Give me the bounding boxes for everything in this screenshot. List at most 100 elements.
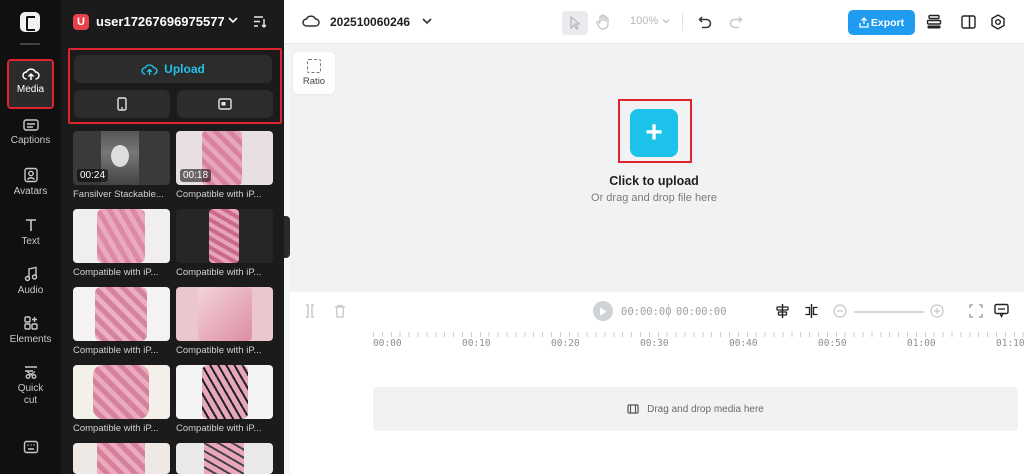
ruler-tick-label: 00:30 — [640, 338, 669, 349]
chevron-down-icon[interactable] — [228, 16, 238, 24]
rail-label: Quick cut — [17, 383, 44, 406]
align-center-icon[interactable] — [775, 303, 790, 319]
ruler-tick-label: 01:10 — [996, 338, 1024, 349]
trash-icon[interactable] — [334, 304, 346, 318]
layers-icon[interactable] — [926, 14, 942, 30]
aspect-ratio-icon — [307, 59, 321, 73]
record-screen-button[interactable] — [177, 90, 273, 118]
text-icon — [25, 219, 36, 231]
time-divider — [668, 304, 669, 317]
media-thumbnail — [73, 365, 170, 419]
music-icon — [24, 266, 37, 282]
media-tile[interactable]: Compatible with iP... — [176, 287, 273, 356]
rail-label: Avatars — [13, 186, 48, 197]
media-thumbnail — [73, 287, 170, 341]
export-button[interactable]: Export — [848, 10, 915, 35]
upload-title[interactable]: Click to upload — [540, 174, 768, 188]
canvas-area[interactable]: Ratio + Click to upload Or drag and drop… — [290, 45, 1024, 292]
captions-icon — [22, 119, 39, 131]
media-tile[interactable] — [73, 443, 170, 474]
media-thumbnail — [176, 209, 273, 263]
rail-item-avatars[interactable]: Avatars — [0, 167, 61, 198]
timeline-drop-zone[interactable]: Drag and drop media here — [373, 387, 1018, 431]
drop-label: Drag and drop media here — [647, 403, 764, 415]
timeline-ruler[interactable]: 00:00 00:10 00:20 00:30 00:40 00:50 01:0… — [373, 332, 1024, 352]
hand-tool-icon[interactable] — [596, 14, 610, 30]
play-icon — [600, 307, 607, 315]
media-caption: Fansilver Stackable... — [73, 189, 164, 200]
ruler-tick-label: 00:40 — [729, 338, 758, 349]
split-clip-icon[interactable] — [804, 303, 819, 319]
cloud-upload-icon — [21, 68, 40, 80]
fit-icon[interactable] — [969, 304, 983, 318]
user-name[interactable]: user17267696975577 — [96, 14, 224, 29]
quick-cut-icon — [24, 366, 37, 379]
project-name[interactable]: 202510060246 — [330, 15, 410, 29]
rail-item-keyboard[interactable] — [0, 440, 61, 457]
left-rail: Media Captions Avatars Text Audio Elemen… — [0, 0, 61, 474]
export-icon — [859, 17, 869, 28]
rail-label: Elements — [9, 334, 52, 345]
rail-item-elements[interactable]: Elements — [0, 315, 61, 346]
upload-subtitle: Or drag and drop file here — [591, 192, 717, 204]
rail-label: Text — [21, 236, 40, 247]
undo-icon[interactable] — [698, 15, 712, 29]
media-caption: Compatible with iP... — [176, 267, 262, 278]
rail-item-media[interactable]: Media — [7, 59, 54, 109]
media-thumbnail — [73, 443, 170, 474]
split-icon[interactable] — [304, 304, 316, 318]
rail-item-quick-cut[interactable]: Quick cut — [0, 364, 61, 407]
upload-from-phone-button[interactable] — [74, 90, 170, 118]
plus-icon: + — [645, 116, 663, 149]
app-logo-icon[interactable] — [20, 12, 40, 32]
chevron-down-icon[interactable] — [662, 18, 670, 24]
avatar-icon — [23, 167, 38, 183]
media-tile[interactable]: Compatible with iP... — [176, 209, 273, 278]
ruler-tick-label: 01:00 — [907, 338, 936, 349]
elements-icon — [23, 316, 38, 330]
zoom-in-icon[interactable] — [930, 304, 944, 318]
split-view-icon[interactable] — [961, 15, 976, 29]
add-media-button[interactable]: + — [630, 109, 678, 157]
media-caption: Compatible with iP... — [73, 345, 159, 356]
media-tile[interactable]: Compatible with iP... — [73, 365, 170, 434]
media-tile[interactable] — [176, 443, 273, 474]
upload-button[interactable]: Upload — [74, 55, 272, 83]
rail-item-captions[interactable]: Captions — [0, 118, 61, 147]
top-bar: 202510060246 100% Export — [284, 0, 1024, 44]
user-avatar[interactable]: U — [73, 14, 89, 30]
zoom-level[interactable]: 100% — [630, 15, 658, 27]
media-tile[interactable]: 00:18 Compatible with iP... — [176, 131, 273, 200]
media-panel: U user17267696975577 Upload 00:24 Fansil… — [61, 0, 284, 474]
timeline-zoom-slider[interactable] — [854, 311, 924, 313]
media-caption: Compatible with iP... — [176, 423, 262, 434]
select-tool-button[interactable] — [562, 11, 588, 35]
upload-highlight-frame: + — [618, 99, 692, 163]
zoom-out-icon[interactable] — [833, 304, 847, 318]
media-thumbnail — [176, 287, 273, 341]
play-button[interactable] — [593, 301, 613, 321]
redo-icon[interactable] — [729, 15, 743, 29]
rail-item-audio[interactable]: Audio — [0, 266, 61, 297]
total-time: 00:00:00 — [676, 306, 727, 318]
cloud-icon — [302, 15, 320, 27]
screen-record-icon — [218, 98, 232, 110]
ratio-button[interactable]: Ratio — [293, 52, 335, 94]
film-icon — [627, 404, 639, 414]
sort-icon[interactable] — [253, 15, 267, 28]
media-tile[interactable]: Compatible with iP... — [73, 287, 170, 356]
caption-toggle-icon[interactable] — [994, 303, 1009, 318]
chevron-down-icon[interactable] — [422, 17, 432, 25]
cursor-icon — [570, 16, 581, 30]
upload-label: Upload — [164, 62, 205, 76]
media-tile[interactable]: Compatible with iP... — [176, 365, 273, 434]
media-tile[interactable]: Compatible with iP... — [73, 209, 170, 278]
settings-icon[interactable] — [990, 14, 1006, 30]
panel-header: U user17267696975577 — [61, 0, 284, 44]
ruler-tick-label: 00:20 — [551, 338, 580, 349]
phone-icon — [117, 97, 127, 111]
ruler-tick-label: 00:50 — [818, 338, 847, 349]
media-thumbnail: 00:24 — [73, 131, 170, 185]
rail-item-text[interactable]: Text — [0, 217, 61, 248]
media-tile[interactable]: 00:24 Fansilver Stackable... — [73, 131, 170, 200]
